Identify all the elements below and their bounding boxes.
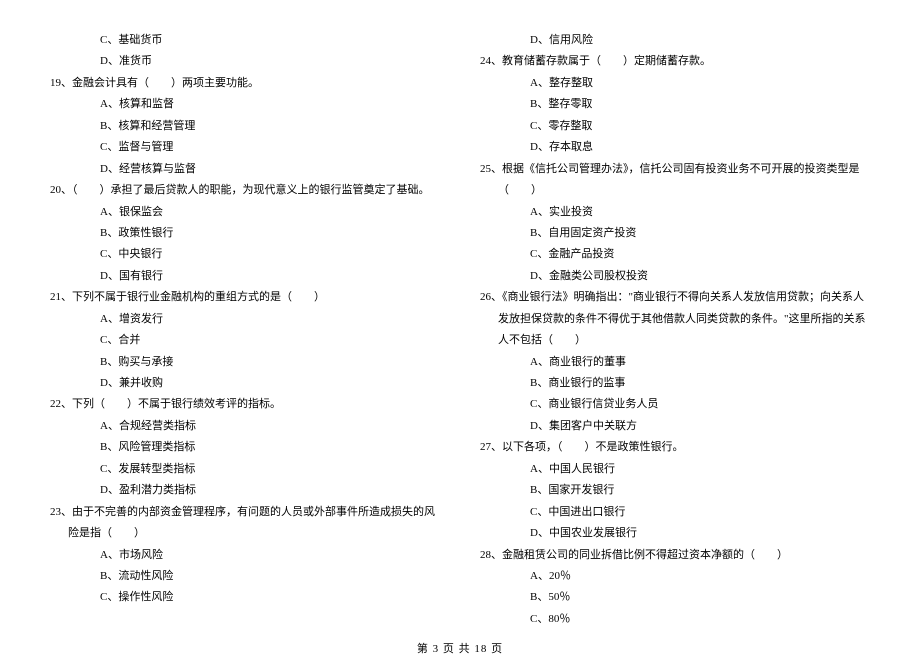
option-20-c: C、中央银行 xyxy=(50,244,440,265)
option-28-c: C、80％ xyxy=(480,609,870,630)
option-24-b: B、整存零取 xyxy=(480,94,870,115)
option-23-a: A、市场风险 xyxy=(50,545,440,566)
option-25-b: B、自用固定资产投资 xyxy=(480,223,870,244)
option-23-b: B、流动性风险 xyxy=(50,566,440,587)
option-23-d: D、信用风险 xyxy=(480,30,870,51)
option-28-b: B、50％ xyxy=(480,587,870,608)
option-18-c: C、基础货币 xyxy=(50,30,440,51)
option-28-a: A、20％ xyxy=(480,566,870,587)
right-column: D、信用风险 24、教育储蓄存款属于（ ）定期储蓄存款。 A、整存整取 B、整存… xyxy=(480,30,870,630)
option-27-c: C、中国进出口银行 xyxy=(480,502,870,523)
option-27-b: B、国家开发银行 xyxy=(480,480,870,501)
option-23-c: C、操作性风险 xyxy=(50,587,440,608)
option-25-d: D、金融类公司股权投资 xyxy=(480,266,870,287)
option-26-c: C、商业银行信贷业务人员 xyxy=(480,394,870,415)
option-24-c: C、零存整取 xyxy=(480,116,870,137)
option-27-a: A、中国人民银行 xyxy=(480,459,870,480)
option-19-b: B、核算和经营管理 xyxy=(50,116,440,137)
option-22-d: D、盈利潜力类指标 xyxy=(50,480,440,501)
question-20: 20、（ ）承担了最后贷款人的职能，为现代意义上的银行监管奠定了基础。 xyxy=(50,180,440,201)
option-25-a: A、实业投资 xyxy=(480,202,870,223)
option-19-a: A、核算和监督 xyxy=(50,94,440,115)
option-22-b: B、风险管理类指标 xyxy=(50,437,440,458)
left-column: C、基础货币 D、准货币 19、金融会计具有（ ）两项主要功能。 A、核算和监督… xyxy=(50,30,440,630)
option-27-d: D、中国农业发展银行 xyxy=(480,523,870,544)
option-26-d: D、集团客户中关联方 xyxy=(480,416,870,437)
question-26: 26、《商业银行法》明确指出："商业银行不得向关系人发放信用贷款；向关系人发放担… xyxy=(480,287,870,351)
option-25-c: C、金融产品投资 xyxy=(480,244,870,265)
option-26-a: A、商业银行的董事 xyxy=(480,352,870,373)
question-27: 27、以下各项，（ ）不是政策性银行。 xyxy=(480,437,870,458)
option-21-d: D、兼并收购 xyxy=(50,373,440,394)
option-24-a: A、整存整取 xyxy=(480,73,870,94)
option-20-b: B、政策性银行 xyxy=(50,223,440,244)
question-25: 25、根据《信托公司管理办法》，信托公司固有投资业务不可开展的投资类型是（ ） xyxy=(480,159,870,202)
option-21-b: C、合并 xyxy=(50,330,440,351)
option-21-a: A、增资发行 xyxy=(50,309,440,330)
question-23: 23、由于不完善的内部资金管理程序，有问题的人员或外部事件所造成损失的风险是指（… xyxy=(50,502,440,545)
question-22: 22、下列（ ）不属于银行绩效考评的指标。 xyxy=(50,394,440,415)
option-26-b: B、商业银行的监事 xyxy=(480,373,870,394)
page-content: C、基础货币 D、准货币 19、金融会计具有（ ）两项主要功能。 A、核算和监督… xyxy=(50,30,870,630)
question-21: 21、下列不属于银行业金融机构的重组方式的是（ ） xyxy=(50,287,440,308)
option-18-d: D、准货币 xyxy=(50,51,440,72)
page-footer: 第 3 页 共 18 页 xyxy=(50,630,870,656)
option-21-c: B、购买与承接 xyxy=(50,352,440,373)
option-19-c: C、监督与管理 xyxy=(50,137,440,158)
option-22-c: C、发展转型类指标 xyxy=(50,459,440,480)
option-24-d: D、存本取息 xyxy=(480,137,870,158)
question-19: 19、金融会计具有（ ）两项主要功能。 xyxy=(50,73,440,94)
option-22-a: A、合规经营类指标 xyxy=(50,416,440,437)
option-20-a: A、银保监会 xyxy=(50,202,440,223)
option-20-d: D、国有银行 xyxy=(50,266,440,287)
question-28: 28、金融租赁公司的同业拆借比例不得超过资本净额的（ ） xyxy=(480,545,870,566)
question-24: 24、教育储蓄存款属于（ ）定期储蓄存款。 xyxy=(480,51,870,72)
option-19-d: D、经营核算与监督 xyxy=(50,159,440,180)
